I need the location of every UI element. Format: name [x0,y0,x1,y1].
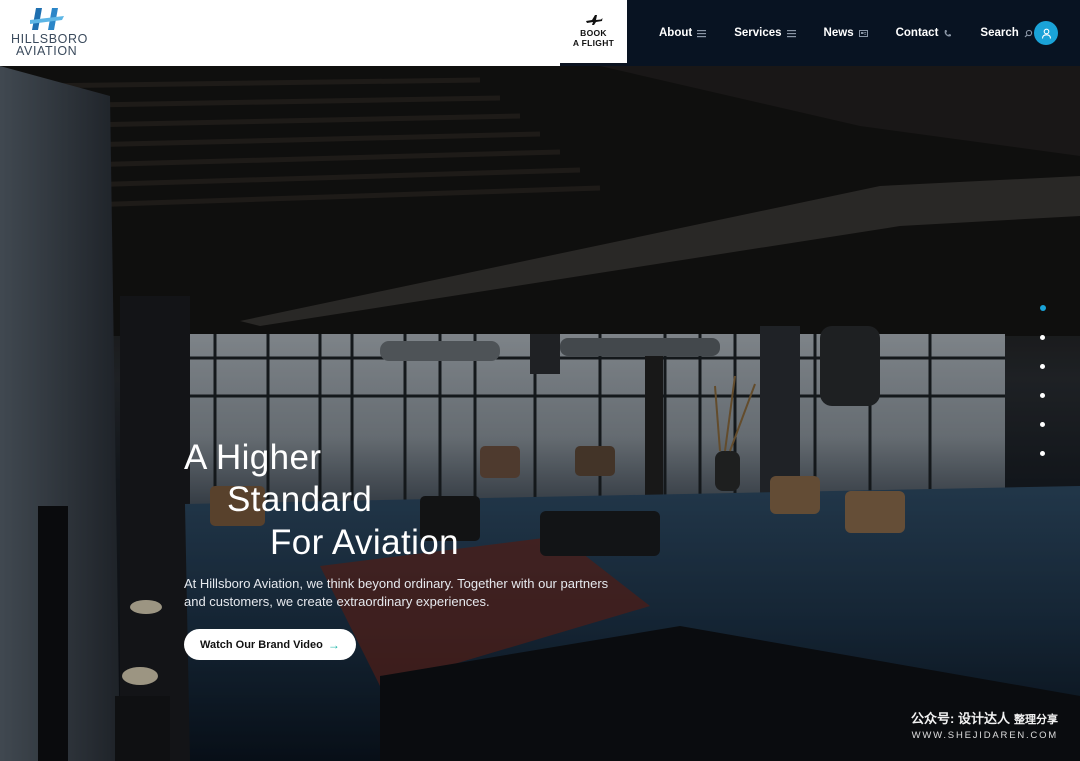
nav-item-services[interactable]: Services [734,27,796,39]
watermark-title: 公众号: 设计达人 [911,711,1010,726]
watermark-title-row: 公众号: 设计达人 整理分享 [911,711,1058,728]
watermark: 公众号: 设计达人 整理分享 WWW.SHEJIDAREN.COM [911,711,1058,741]
watch-brand-video-label: Watch Our Brand Video [200,638,323,651]
book-flight-button[interactable]: BOOK A FLIGHT [560,0,627,66]
phone-icon [945,29,952,36]
watch-brand-video-button[interactable]: Watch Our Brand Video → [184,629,356,660]
h-wing-logo-icon [30,8,64,30]
arrow-right-icon: → [327,637,340,652]
hero-section: A Higher Standard For Aviation At Hillsb… [0,66,1080,761]
main-nav: About Services News Contact Search [627,0,1080,66]
user-account-button[interactable] [1034,21,1058,45]
user-icon [1041,28,1051,39]
logo-name-line2: AVIATION [16,44,78,58]
menu-lines-icon [697,29,707,37]
nav-item-about[interactable]: About [659,27,707,39]
nav-label-search: Search [980,27,1019,39]
hero-headline-line3: For Aviation [270,523,459,562]
slide-pagination [1040,305,1046,480]
nav-label-about: About [659,27,693,39]
newspaper-icon [858,29,868,37]
slide-dot-4[interactable] [1040,393,1045,398]
hero-headline-line1: A Higher [184,438,322,477]
slide-dot-5[interactable] [1040,422,1045,427]
airplane-icon [585,15,602,25]
search-icon [1024,29,1032,37]
slide-dot-2[interactable] [1040,335,1045,340]
slide-dot-3[interactable] [1040,364,1045,369]
watermark-url: WWW.SHEJIDAREN.COM [911,730,1058,741]
slide-dot-6[interactable] [1040,451,1045,456]
book-flight-line2: A FLIGHT [572,38,615,48]
site-header: HILLSBORO AVIATION BOOK A FLIGHT About S… [0,0,1080,66]
logo[interactable]: HILLSBORO AVIATION [0,0,90,66]
nav-label-services: Services [734,27,782,39]
logo-area: HILLSBORO AVIATION [0,0,560,66]
nav-label-contact: Contact [895,27,939,39]
nav-item-news[interactable]: News [824,27,868,39]
lounge-background-image [0,66,1080,761]
nav-item-search[interactable]: Search [980,27,1032,39]
hero-description: At Hillsboro Aviation, we think beyond o… [184,576,609,609]
nav-label-news: News [823,27,854,39]
slide-dot-1[interactable] [1040,305,1046,311]
hero-headline-line2: Standard [227,480,373,519]
book-flight-line1: BOOK [580,28,607,38]
nav-item-contact[interactable]: Contact [896,27,953,39]
watermark-subtitle: 整理分享 [1014,714,1058,726]
menu-lines-icon [786,29,796,37]
